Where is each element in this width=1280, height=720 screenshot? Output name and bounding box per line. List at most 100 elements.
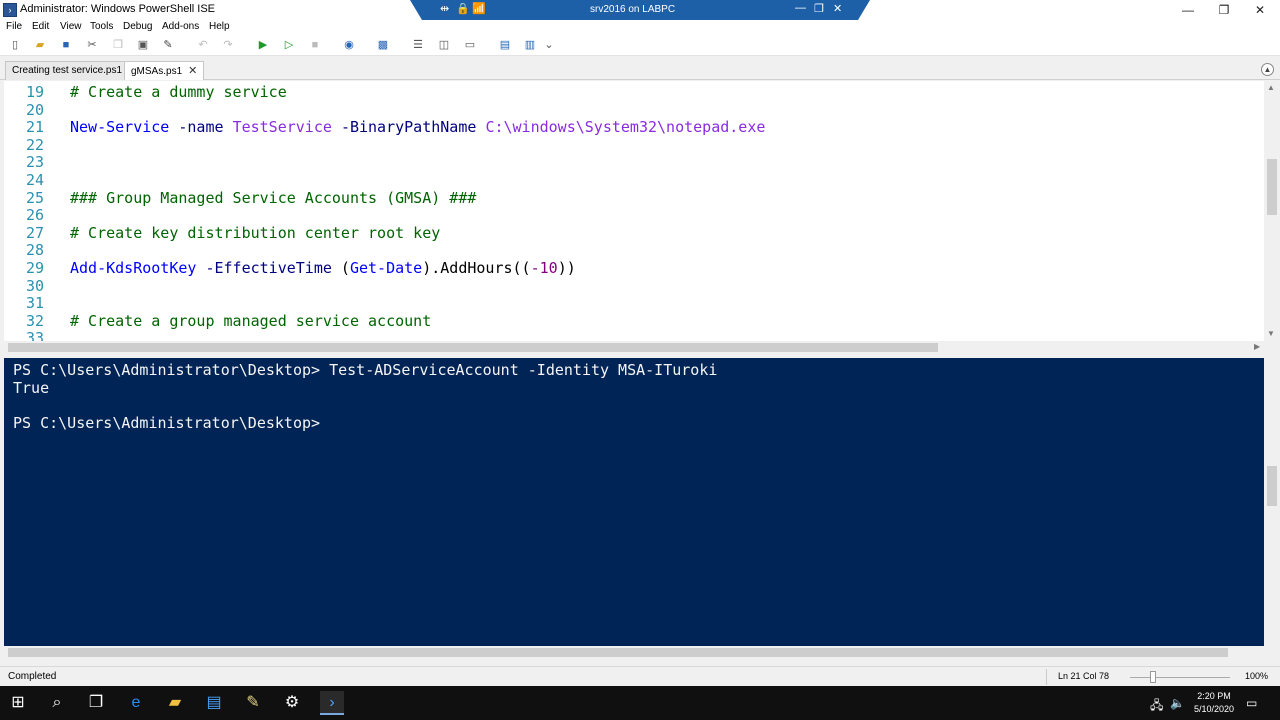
- code-token: -10: [530, 259, 558, 277]
- zoom-slider-track[interactable]: [1130, 677, 1230, 678]
- cut-icon[interactable]: ✂: [84, 37, 100, 53]
- save-icon[interactable]: ■: [58, 37, 74, 53]
- internet-explorer-icon[interactable]: e: [124, 691, 148, 715]
- show-script-right-icon[interactable]: ◫: [436, 37, 452, 53]
- minimize-button[interactable]: —: [1170, 0, 1206, 20]
- volume-icon[interactable]: 🔈: [1170, 696, 1185, 710]
- cursor-position: Ln 21 Col 78: [1058, 671, 1110, 681]
- console-pane[interactable]: PS C:\Users\Administrator\Desktop> Test-…: [4, 358, 1264, 646]
- start-powershell-icon[interactable]: ▩: [375, 37, 391, 53]
- close-tab-icon[interactable]: ✕: [188, 65, 197, 77]
- start-windows-icon[interactable]: ⊞: [6, 691, 30, 715]
- menu-debug[interactable]: Debug: [123, 21, 152, 32]
- line-number: 19: [26, 83, 45, 101]
- redo-icon[interactable]: ↷: [220, 37, 236, 53]
- toolbar-overflow-icon[interactable]: ⌄: [541, 37, 557, 53]
- lock-icon[interactable]: 🔒: [456, 2, 470, 15]
- powershell-ise-taskbar-icon[interactable]: ›: [320, 691, 344, 715]
- editor-horizontal-scrollbar[interactable]: ▶: [4, 341, 1264, 354]
- remote-session-title: srv2016 on LABPC: [590, 4, 676, 15]
- line-code: Add-KdsRootKey -EffectiveTime (Get-Date)…: [70, 259, 576, 277]
- tab-gmsas[interactable]: gMSAs.ps1 ✕: [124, 61, 205, 80]
- menu-view[interactable]: View: [60, 21, 82, 32]
- console-line: PS C:\Users\Administrator\Desktop>: [13, 413, 321, 432]
- tab-label: gMSAs.ps1: [131, 66, 183, 77]
- line-number: 30: [26, 276, 45, 295]
- editor-hscroll-thumb[interactable]: [8, 343, 938, 352]
- run-script-icon[interactable]: ▶: [255, 37, 271, 53]
- show-command-window-icon[interactable]: ▤: [497, 37, 513, 53]
- scroll-right-icon[interactable]: ▶: [1254, 342, 1260, 351]
- console-hscroll-thumb[interactable]: [8, 648, 1228, 657]
- undo-icon[interactable]: ↶: [195, 37, 211, 53]
- console-vertical-scrollbar[interactable]: [1264, 358, 1280, 646]
- task-view-icon[interactable]: ❐: [84, 691, 108, 715]
- new-file-icon[interactable]: ▯: [7, 37, 23, 53]
- code-token: TestService: [232, 118, 332, 137]
- remote-powershell-tab-icon[interactable]: ◉: [341, 37, 357, 53]
- line-number: 31: [26, 294, 45, 313]
- restore-button[interactable]: ❐: [1206, 0, 1242, 20]
- paste-icon[interactable]: ▣: [135, 37, 151, 53]
- zoom-slider-thumb[interactable]: [1150, 671, 1156, 683]
- console-horizontal-scrollbar[interactable]: [4, 646, 1264, 659]
- menu-bar: File Edit View Tools Debug Add-ons Help: [0, 20, 1280, 34]
- network-icon[interactable]: 🖧: [1150, 696, 1163, 717]
- notifications-icon[interactable]: ▭: [1246, 696, 1257, 710]
- remote-minimize-button[interactable]: —: [795, 2, 806, 14]
- script-tabs: Creating test service.ps1 gMSAs.ps1 ✕ ▲: [0, 60, 1280, 80]
- scroll-up-icon[interactable]: ▲: [1267, 83, 1275, 92]
- console-line: True: [13, 378, 50, 397]
- status-text: Completed: [8, 671, 57, 682]
- server-manager-icon[interactable]: ▤: [202, 691, 226, 715]
- taskbar: ⊞ ⌕ ❐ e ▰ ▤ ✎ ⚙ › 🖧 🔈 2:20 PM 5/10/2020 …: [0, 686, 1280, 720]
- pin-icon[interactable]: ⇹: [440, 2, 449, 15]
- line-number: 26: [26, 206, 45, 225]
- code-token: -BinaryPathName: [340, 118, 477, 137]
- search-icon[interactable]: ⌕: [45, 691, 69, 715]
- tab-creating-test-service[interactable]: Creating test service.ps1: [5, 61, 130, 80]
- menu-add-ons[interactable]: Add-ons: [162, 21, 199, 32]
- scroll-down-icon[interactable]: ▼: [1267, 329, 1275, 338]
- line-number: 22: [26, 135, 45, 154]
- script-editor[interactable]: 19 # Create a dummy service 20 21 New-Servic…: [4, 81, 1264, 341]
- show-script-maximized-icon[interactable]: ▭: [462, 37, 478, 53]
- taskbar-clock[interactable]: 2:20 PM 5/10/2020: [1190, 690, 1238, 716]
- copy-icon[interactable]: ❐: [110, 37, 126, 53]
- code-token: New-Service: [70, 118, 170, 137]
- menu-help[interactable]: Help: [209, 21, 230, 32]
- window-title: Administrator: Windows PowerShell ISE: [20, 3, 216, 15]
- file-explorer-icon[interactable]: ▰: [163, 691, 187, 715]
- collapse-script-pane-icon[interactable]: ▲: [1261, 63, 1274, 76]
- signal-icon[interactable]: 📶: [472, 2, 486, 15]
- show-command-addon-icon[interactable]: ▥: [522, 37, 538, 53]
- close-button[interactable]: ✕: [1242, 0, 1278, 20]
- code-token: )): [557, 259, 576, 277]
- line-number: 23: [26, 153, 45, 172]
- console-vscroll-thumb[interactable]: [1267, 466, 1277, 506]
- status-separator: [1046, 669, 1047, 685]
- line-number: 32: [26, 311, 45, 330]
- editor-vertical-scrollbar[interactable]: ▲ ▼: [1264, 81, 1280, 341]
- remote-close-button[interactable]: ✕: [833, 2, 842, 15]
- clear-console-icon[interactable]: ✎: [160, 37, 176, 53]
- open-folder-icon[interactable]: ▰: [32, 37, 48, 53]
- tab-label: Creating test service.ps1: [12, 65, 123, 76]
- line-number: 24: [26, 171, 45, 189]
- remote-restore-button[interactable]: ❐: [814, 2, 824, 15]
- code-token: -name: [178, 118, 224, 137]
- line-code: # Create a dummy service: [70, 83, 287, 101]
- line-number: 33: [26, 329, 45, 341]
- services-gear-icon[interactable]: ⚙: [280, 691, 304, 715]
- stop-icon[interactable]: ■: [307, 37, 323, 53]
- code-token: Get-Date: [349, 259, 423, 277]
- menu-edit[interactable]: Edit: [32, 21, 49, 32]
- run-selection-icon[interactable]: ▷: [281, 37, 297, 53]
- line-number: 25: [26, 188, 45, 207]
- menu-file[interactable]: File: [6, 21, 22, 32]
- menu-tools[interactable]: Tools: [90, 21, 113, 32]
- show-script-top-icon[interactable]: ☰: [410, 37, 426, 53]
- notepad-icon[interactable]: ✎: [241, 691, 265, 715]
- editor-vscroll-thumb[interactable]: [1267, 159, 1277, 215]
